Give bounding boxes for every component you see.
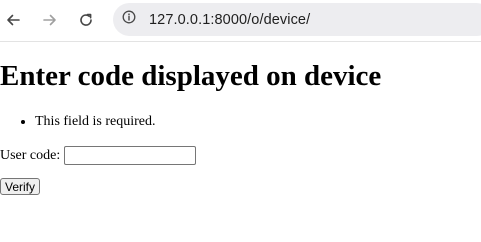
url-text[interactable]: 127.0.0.1:8000/o/device/ — [149, 12, 310, 28]
back-arrow-icon — [5, 12, 21, 28]
site-info-button[interactable] — [118, 9, 140, 31]
error-message: This field is required. — [35, 114, 156, 130]
address-bar[interactable]: 127.0.0.1:8000/o/device/ — [113, 3, 481, 36]
user-code-label: User code: — [0, 147, 61, 163]
info-icon — [122, 10, 136, 29]
back-button[interactable] — [0, 7, 26, 33]
verify-button[interactable]: Verify — [0, 178, 41, 195]
browser-toolbar: 127.0.0.1:8000/o/device/ — [0, 0, 481, 42]
reload-icon — [78, 12, 94, 28]
user-code-input[interactable] — [64, 146, 197, 165]
forward-arrow-icon — [42, 12, 58, 28]
error-list: This field is required. — [0, 114, 156, 130]
reload-button[interactable] — [73, 7, 99, 33]
page-title: Enter code displayed on device — [0, 60, 382, 92]
forward-button[interactable] — [37, 7, 63, 33]
user-code-row: User code: — [0, 146, 197, 165]
